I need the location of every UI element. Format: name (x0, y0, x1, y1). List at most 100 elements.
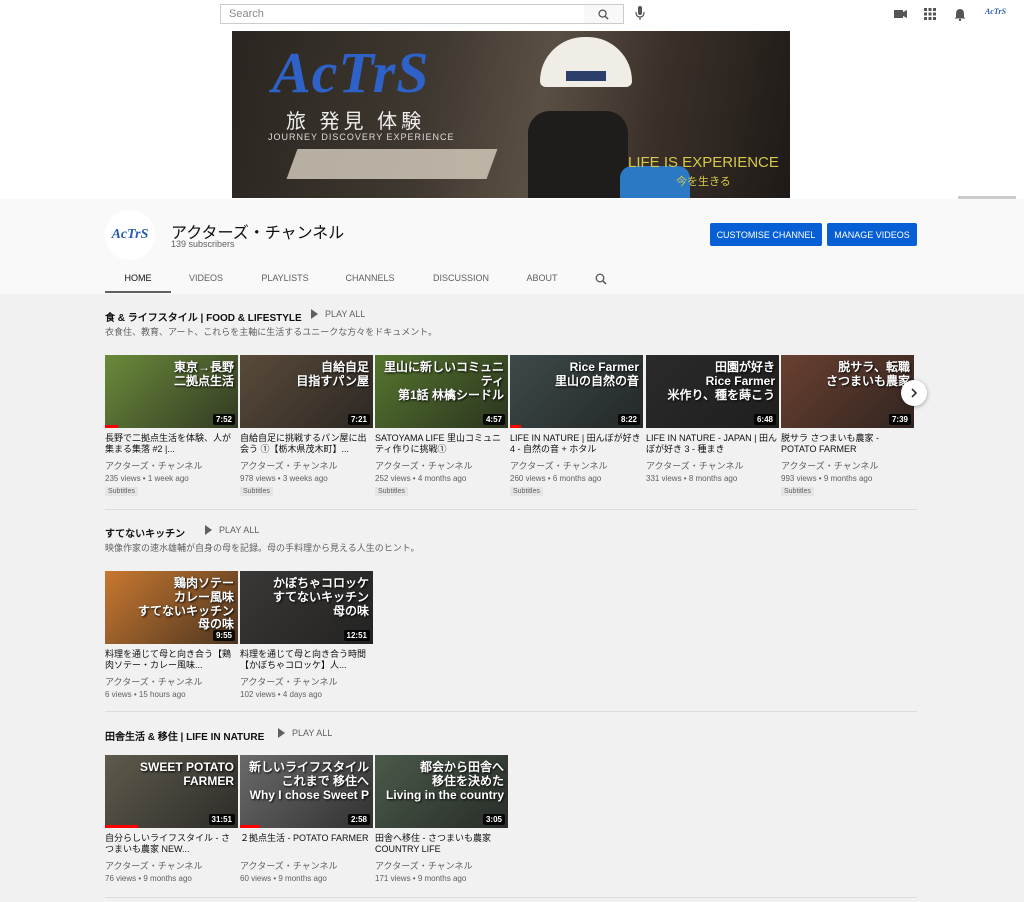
video-duration: 7:39 (888, 414, 911, 425)
play-icon (205, 525, 212, 535)
subscriber-count: 139 subscribers (171, 239, 235, 249)
notifications-bell-icon[interactable] (953, 7, 967, 21)
apps-grid-icon[interactable] (923, 7, 937, 21)
video-title[interactable]: 長野で二拠点生活を体験、人が集まる集落 #2 |... (105, 433, 238, 455)
video-thumbnail[interactable]: 東京→長野 二拠点生活 7:52 (105, 355, 238, 428)
video-title[interactable]: 脱サラ さつまいも農家 - POTATO FARMER (781, 433, 914, 455)
shelf-title[interactable]: すてないキッチン (105, 525, 185, 540)
video-thumbnail[interactable]: 鶏肉ソテー カレー風味 すてないキッチン 母の味 9:55 (105, 571, 238, 644)
video-thumbnail[interactable]: Rice Farmer 里山の自然の音 8:22 (510, 355, 643, 428)
video-title[interactable]: 料理を通じて母と向き合う時間【かぼちゃコロッケ】人... (240, 649, 373, 671)
shelf-title[interactable]: 食 & ライフスタイル | FOOD & LIFESTYLE (105, 309, 302, 324)
account-avatar[interactable]: AcTrS (985, 7, 1009, 21)
channel-banner: AcTrS 旅 発見 体験 JOURNEY DISCOVERY EXPERIEN… (232, 31, 790, 198)
video-channel-name[interactable]: アクターズ・チャンネル (375, 859, 508, 872)
top-bar: Search AcTrS (0, 0, 1024, 30)
create-video-icon[interactable] (893, 7, 907, 21)
play-all-button[interactable]: PLAY ALL (205, 525, 259, 535)
video-title[interactable]: 料理を通じて母と向き合う【鶏肉ソテー・カレー風味... (105, 649, 238, 671)
video-channel-name[interactable]: アクターズ・チャンネル (105, 459, 238, 472)
next-arrow-button[interactable] (901, 380, 927, 406)
video-duration: 9:55 (212, 630, 235, 641)
thumbnail-caption: SWEET POTATO FARMER (139, 760, 234, 788)
video-views-age: 171 views • 9 months ago (375, 874, 467, 883)
tab-discussion[interactable]: DISCUSSION (411, 265, 511, 293)
video-thumbnail[interactable]: 新しいライフスタイル これまで 移住へ Why I chose Sweet P 2… (240, 755, 373, 828)
video-channel-name[interactable]: アクターズ・チャンネル (646, 459, 779, 472)
video-channel-name[interactable]: アクターズ・チャンネル (781, 459, 914, 472)
video-title[interactable]: LIFE IN NATURE | 田んぼが好き 4 - 自然の音 + ホタル (510, 433, 643, 455)
video-views-age: 978 views • 3 weeks ago (240, 474, 328, 483)
tab-channels[interactable]: CHANNELS (329, 265, 411, 293)
video-channel-name[interactable]: アクターズ・チャンネル (105, 675, 238, 688)
video-card[interactable]: 里山に新しいコミュニティ 第1話 林檎シードル 4:57 SATOYAMA LIFE… (375, 355, 508, 496)
video-card[interactable]: 東京→長野 二拠点生活 7:52 長野で二拠点生活を体験、人が集まる集落 #2 |.… (105, 355, 238, 496)
play-icon (311, 309, 318, 319)
video-duration: 8:22 (617, 414, 640, 425)
video-thumbnail[interactable]: 里山に新しいコミュニティ 第1話 林檎シードル 4:57 (375, 355, 508, 428)
thumbnail-caption: 新しいライフスタイル これまで 移住へ Why I chose Sweet P (248, 760, 369, 802)
search-button[interactable] (584, 4, 624, 24)
shelf-description: 衣食住、教育、アート、これらを主軸に生活するユニークな方々をドキュメント。 (105, 327, 438, 337)
watch-progress-bar (510, 425, 521, 428)
video-duration: 31:51 (208, 814, 235, 825)
video-card[interactable]: 自給自足 目指すパン屋 7:21 自給自足に挑戦するパン屋に出会う ①【栃木県茂木町… (240, 355, 373, 496)
video-channel-name[interactable]: アクターズ・チャンネル (240, 675, 373, 688)
microphone-icon[interactable] (633, 6, 647, 22)
video-card[interactable]: 田園が好き Rice Farmer 米作り、種を蒔こう 6:48 LIFE IN N… (646, 355, 779, 483)
video-thumbnail[interactable]: 田園が好き Rice Farmer 米作り、種を蒔こう 6:48 (646, 355, 779, 428)
video-duration: 12:51 (343, 630, 370, 641)
play-all-button[interactable]: PLAY ALL (311, 309, 365, 319)
tab-playlists[interactable]: PLAYLISTS (241, 265, 329, 293)
video-card[interactable]: 都会から田舎へ 移住を決めた Living in the country 3:05… (375, 755, 508, 883)
video-title[interactable]: 自分らしいライフスタイル - さつまいも農家 NEW... (105, 833, 238, 855)
video-thumbnail[interactable]: 自給自足 目指すパン屋 7:21 (240, 355, 373, 428)
play-all-button[interactable]: PLAY ALL (278, 728, 332, 738)
subtitles-badge: Subtitles (375, 487, 408, 496)
shelf-divider (105, 711, 917, 712)
shelf-title[interactable]: 田舎生活 & 移住 | LIFE IN NATURE (105, 728, 264, 743)
channel-search-icon[interactable] (595, 273, 607, 285)
banner-books-image (286, 149, 498, 179)
subtitles-badge: Subtitles (781, 487, 814, 496)
banner-child-image (528, 111, 628, 198)
video-title[interactable]: ２拠点生活 - POTATO FARMER (240, 833, 373, 855)
video-channel-name[interactable]: アクターズ・チャンネル (240, 859, 373, 872)
video-channel-name[interactable]: アクターズ・チャンネル (375, 459, 508, 472)
video-thumbnail[interactable]: SWEET POTATO FARMER 31:51 (105, 755, 238, 828)
video-channel-name[interactable]: アクターズ・チャンネル (510, 459, 643, 472)
tab-about[interactable]: ABOUT (511, 265, 573, 293)
watch-progress-bar (105, 825, 139, 828)
video-card[interactable]: Rice Farmer 里山の自然の音 8:22 LIFE IN NATURE | … (510, 355, 643, 496)
video-thumbnail[interactable]: かぼちゃコロッケ すてないキッチン 母の味 12:51 (240, 571, 373, 644)
video-card[interactable]: 鶏肉ソテー カレー風味 すてないキッチン 母の味 9:55 料理を通じて母と向き合う… (105, 571, 238, 699)
video-channel-name[interactable]: アクターズ・チャンネル (105, 859, 238, 872)
video-channel-name[interactable]: アクターズ・チャンネル (240, 459, 373, 472)
video-title[interactable]: LIFE IN NATURE - JAPAN | 田んぼが好き 3 - 種まき (646, 433, 779, 455)
video-title[interactable]: 田舎へ移住 - さつまいも農家 COUNTRY LIFE (375, 833, 508, 855)
banner-jp-tagline: 旅 発見 体験 (286, 111, 426, 133)
subtitles-badge: Subtitles (510, 487, 543, 496)
video-views-age: 260 views • 6 months ago (510, 474, 602, 483)
thumbnail-caption: 都会から田舎へ 移住を決めた Living in the country (385, 760, 504, 802)
video-title[interactable]: 自給自足に挑戦するパン屋に出会う ①【栃木県茂木町】... (240, 433, 373, 455)
video-card[interactable]: SWEET POTATO FARMER 31:51 自分らしいライフスタイル - さ… (105, 755, 238, 883)
search-input[interactable]: Search (220, 4, 585, 24)
channel-avatar[interactable]: AcTrS (105, 210, 155, 260)
video-card[interactable]: かぼちゃコロッケ すてないキッチン 母の味 12:51 料理を通じて母と向き合う時間… (240, 571, 373, 699)
video-card[interactable]: 新しいライフスタイル これまで 移住へ Why I chose Sweet P 2… (240, 755, 373, 883)
channel-tabs: HOME VIDEOS PLAYLISTS CHANNELS DISCUSSIO… (105, 265, 573, 293)
thumbnail-caption: Rice Farmer 里山の自然の音 (554, 360, 639, 388)
play-icon (278, 728, 285, 738)
video-card[interactable]: 脱サラ、転職 さつまいも農家 7:39 脱サラ さつまいも農家 - POTATO F… (781, 355, 914, 496)
manage-videos-button[interactable]: MANAGE VIDEOS (827, 223, 917, 246)
tab-videos[interactable]: VIDEOS (171, 265, 241, 293)
video-views-age: 102 views • 4 days ago (240, 690, 322, 699)
video-title[interactable]: SATOYAMA LIFE 里山コミュニティ作りに挑戦① (375, 433, 508, 455)
video-thumbnail[interactable]: 都会から田舎へ 移住を決めた Living in the country 3:05 (375, 755, 508, 828)
customise-channel-button[interactable]: CUSTOMISE CHANNEL (710, 223, 822, 246)
shelf-divider (105, 509, 917, 510)
tab-home[interactable]: HOME (105, 265, 171, 293)
video-thumbnail[interactable]: 脱サラ、転職 さつまいも農家 7:39 (781, 355, 914, 428)
video-views-age: 331 views • 8 months ago (646, 474, 738, 483)
